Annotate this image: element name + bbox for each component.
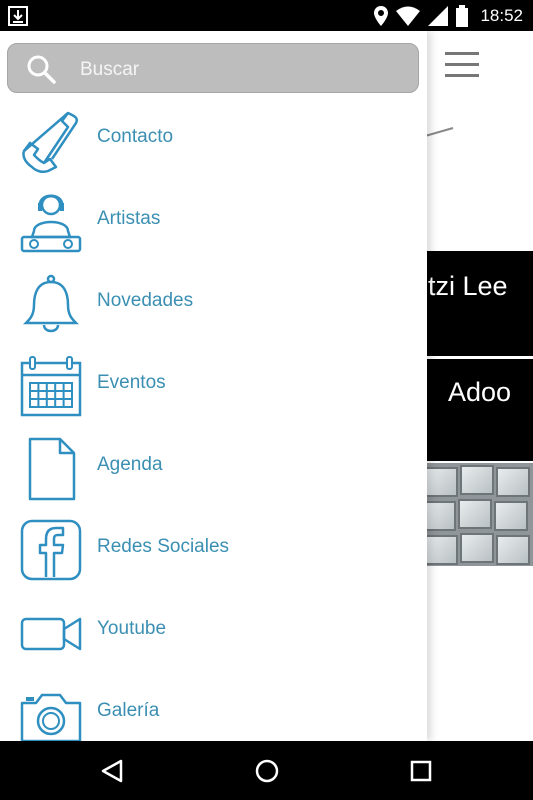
document-icon [28, 437, 76, 501]
search-bar[interactable] [7, 43, 419, 93]
search-input[interactable] [78, 54, 402, 86]
camera-icon [20, 693, 82, 741]
menu-item-eventos[interactable]: Eventos [0, 346, 427, 428]
menu-item-galeria[interactable]: Galería [0, 674, 427, 741]
menu-item-artistas[interactable]: Artistas [0, 182, 427, 264]
menu-item-label: Novedades [97, 290, 194, 311]
menu-item-label: Eventos [97, 372, 166, 393]
decorative-line [425, 127, 454, 137]
menu-item-redes-sociales[interactable]: Redes Sociales [0, 510, 427, 592]
battery-icon [456, 5, 469, 27]
signal-icon [428, 6, 449, 26]
background-item-title: Adoo [448, 377, 512, 407]
navigation-drawer: Contacto Artistas Novedades [0, 31, 427, 741]
menu-item-youtube[interactable]: Youtube [0, 592, 427, 674]
menu-item-agenda[interactable]: Agenda [0, 428, 427, 510]
dj-icon [20, 194, 82, 253]
background-image [420, 463, 533, 566]
menu-item-novedades[interactable]: Novedades [0, 264, 427, 346]
location-icon [374, 6, 389, 26]
wifi-icon [396, 6, 421, 26]
background-list-item[interactable]: Adoo [420, 359, 533, 461]
bell-icon [22, 274, 80, 333]
status-bar: 18:52 [0, 0, 533, 31]
menu-item-label: Galería [97, 700, 160, 721]
search-icon [27, 55, 56, 84]
home-icon[interactable] [251, 755, 283, 787]
phone-icon [22, 111, 79, 173]
recent-apps-icon[interactable] [405, 755, 437, 787]
system-navigation-bar [0, 741, 533, 800]
menu-item-contacto[interactable]: Contacto [0, 100, 427, 182]
hamburger-menu-icon[interactable] [445, 50, 479, 80]
menu-item-label: Redes Sociales [97, 536, 230, 557]
menu-item-label: Contacto [97, 126, 174, 147]
background-item-title: itzi Lee [422, 271, 508, 301]
video-camera-icon [20, 617, 82, 651]
back-icon[interactable] [97, 755, 129, 787]
menu-item-label: Agenda [97, 454, 163, 475]
download-notification-icon [8, 6, 28, 26]
clock: 18:52 [480, 6, 523, 25]
facebook-icon [20, 519, 82, 581]
menu-item-label: Youtube [97, 618, 167, 639]
menu-item-label: Artistas [97, 208, 161, 229]
calendar-icon [20, 356, 82, 417]
background-list-item[interactable]: itzi Lee [420, 251, 533, 356]
